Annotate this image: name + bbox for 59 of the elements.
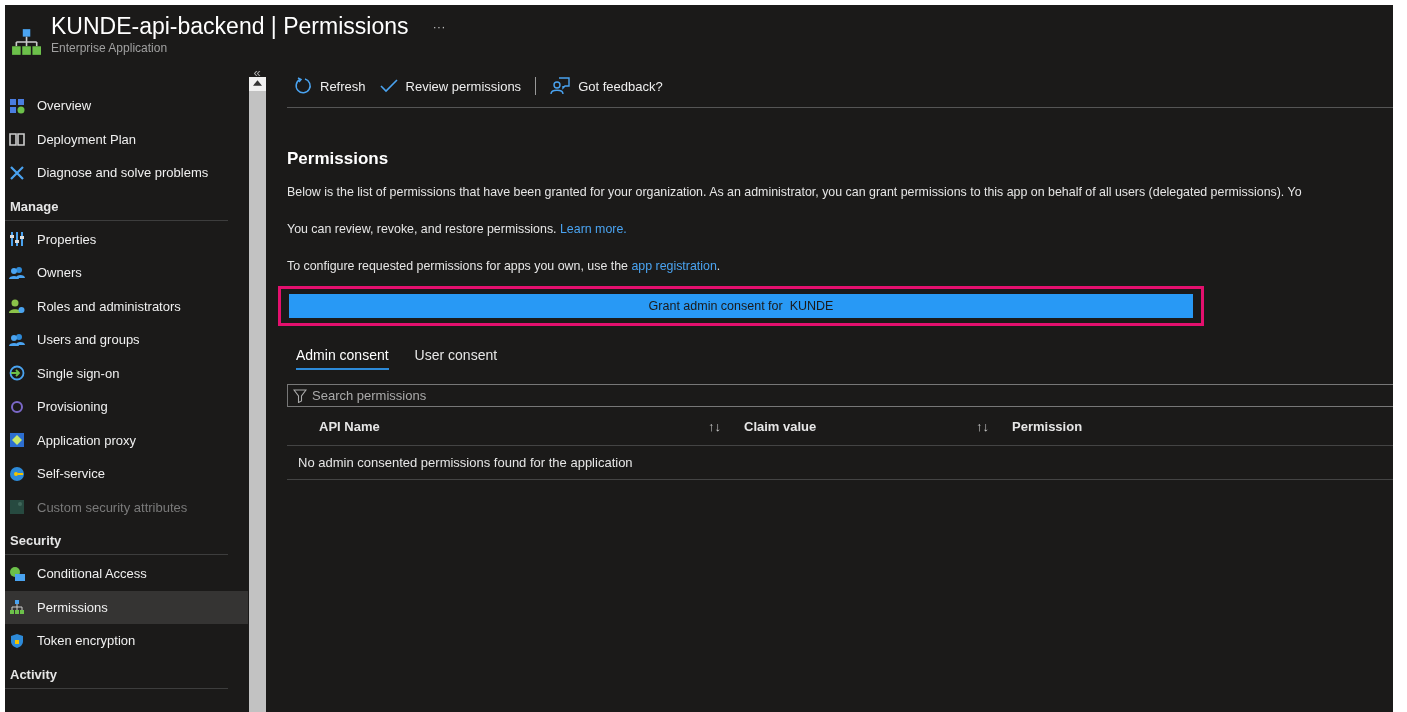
section-heading: Manage [5,189,228,221]
shield-icon [9,632,25,649]
column-header[interactable]: API Name [319,418,380,434]
review-text: You can review, revoke, and restore permissions. Learn more. [287,222,628,236]
proxy-icon [9,432,25,449]
checkmark-icon [379,79,398,93]
sidebar-item[interactable]: Overview [5,89,248,123]
book-icon [9,131,25,148]
empty-message: No admin consented permissions found for the application [298,455,633,470]
section-heading: Activity [5,657,228,689]
person-icon [9,298,25,315]
column-header[interactable]: Permission [1012,418,1083,434]
sidebar-item[interactable]: Deployment Plan [5,122,248,156]
learn-more-link[interactable]: Learn more. [559,222,627,236]
sidebar-item[interactable]: Provisioning [5,390,248,424]
sidebar-item[interactable]: Self-service [5,457,248,491]
cond-icon [9,565,25,582]
page-title: KUNDE-api-backend | Permissions [51,13,409,40]
app-registration-link[interactable]: app registration [631,259,717,273]
sidebar-item[interactable]: Conditional Access [5,557,248,591]
sidebar-item[interactable]: Owners [5,256,248,290]
tab[interactable]: User consent [414,347,498,370]
signin-icon [9,365,25,382]
grid-icon [9,97,25,114]
tools-icon [9,164,25,181]
sidebar-item[interactable]: Application proxy [5,423,248,457]
section-title: Permissions [287,149,390,169]
grant-consent-button[interactable]: Grant admin consent for KUNDE [289,294,1193,318]
sidebar-item[interactable]: Properties [5,222,248,256]
review-permissions-button[interactable]: Review permissions [379,78,522,94]
configure-text: To configure requested permissions for apps you own, use the app registration. [287,259,722,273]
sidebar-item[interactable]: Single sign-on [5,356,248,390]
more-menu[interactable]: ··· [432,19,446,34]
feedback-icon [550,76,571,96]
filter-icon [293,389,307,403]
feedback-button[interactable]: Got feedback? [550,76,663,96]
sort-button[interactable]: ↑↓ [976,418,991,434]
search-field[interactable]: Search permissions [287,384,1393,407]
tab[interactable]: Admin consent [296,347,389,370]
hierarchy-icon [11,27,41,57]
refresh-icon [294,77,312,95]
sort-button[interactable]: ↑↓ [708,418,723,434]
refresh-button[interactable]: Refresh [294,77,366,95]
tree-icon [9,599,25,616]
key-icon [9,465,25,482]
description-text: Below is the list of permissions that have been granted for your organization. As an administrator, you can grant permissions to this app on behalf of all users (delegated permissions). Yo [287,185,1303,199]
people-icon [9,264,25,281]
sidebar-item[interactable]: Diagnose and solve problems [5,156,248,190]
people-icon [9,331,25,348]
page-subtitle: Enterprise Application [51,41,169,55]
scrollbar[interactable] [248,77,266,712]
column-header[interactable]: Claim value [744,418,817,434]
sidebar-item[interactable]: Token encryption [5,624,248,658]
sidebar-item[interactable]: Users and groups [5,323,248,357]
sliders-icon [9,231,25,248]
scroll-up-icon[interactable] [252,80,262,86]
sidebar-item[interactable]: Roles and administrators [5,289,248,323]
sidebar-item[interactable]: Permissions [5,590,248,624]
section-heading: Security [5,524,228,555]
